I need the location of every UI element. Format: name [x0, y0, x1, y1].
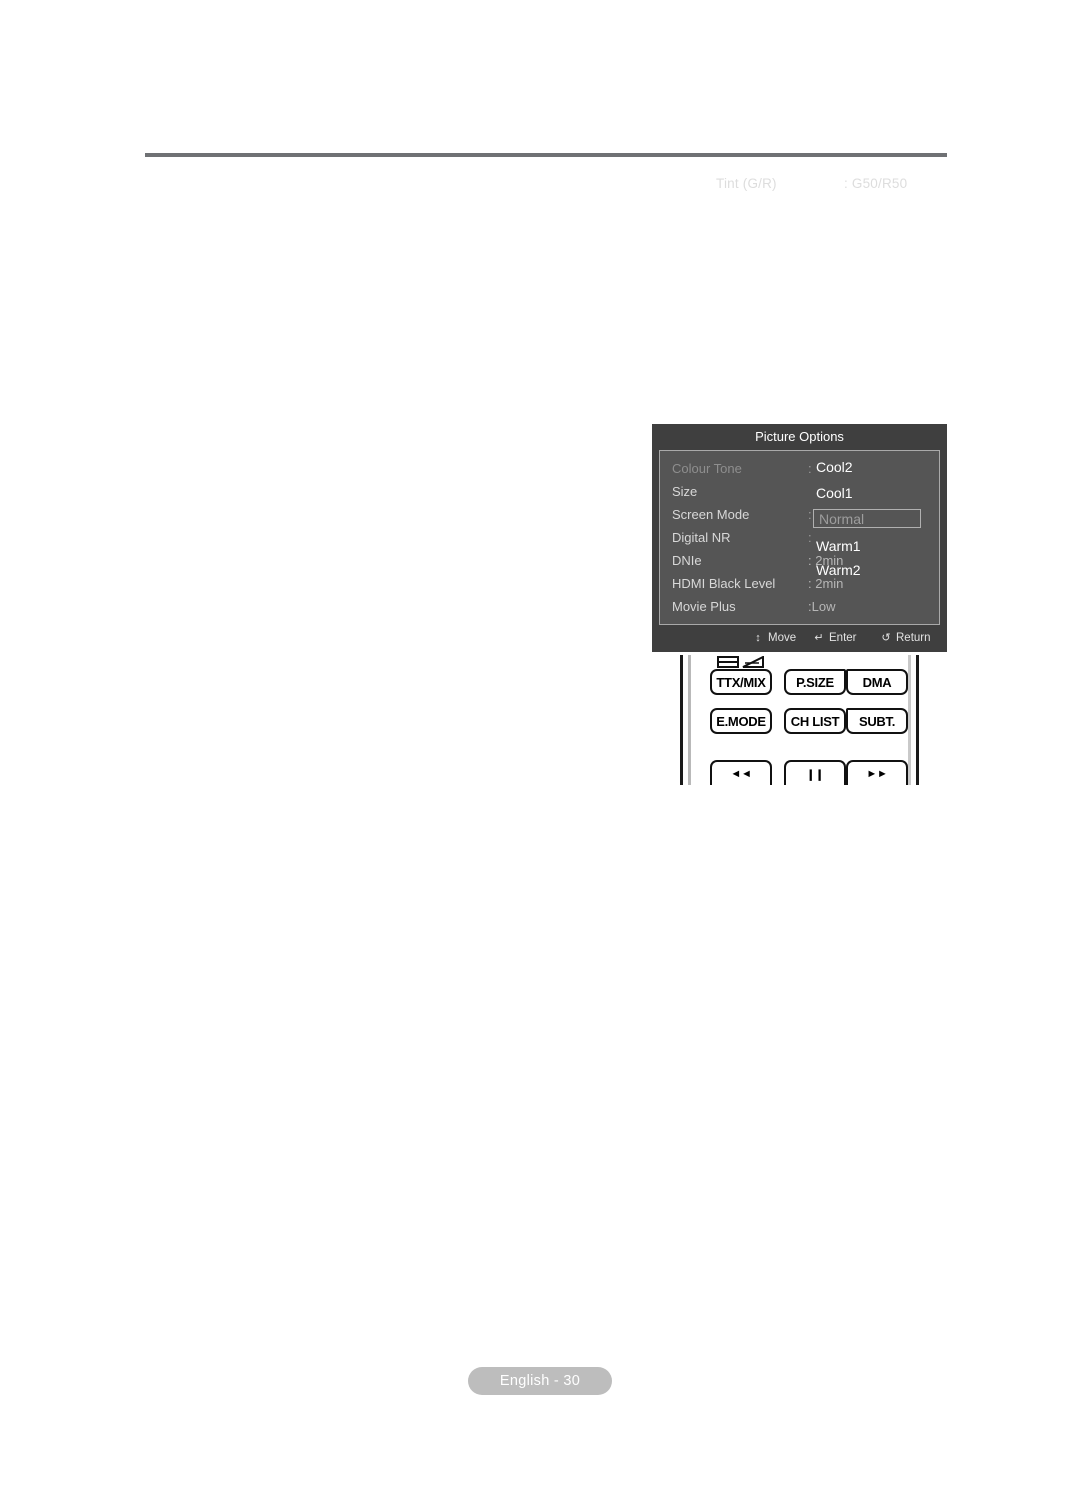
remote-body-edge-left-inner — [688, 655, 691, 785]
remote-body-edge-right-inner — [908, 655, 911, 785]
menu-item-dnie[interactable]: DNIe — [672, 553, 702, 568]
remote-body-edge-right-outer — [916, 655, 919, 785]
hint-move-label: Move — [768, 632, 797, 644]
menu-item-size[interactable]: Size — [672, 484, 697, 499]
remote-button-rewind[interactable]: ◄◄ — [710, 760, 772, 785]
value-hdmi-black-level: : 2min — [808, 576, 844, 591]
remote-button-p-size[interactable]: P.SIZE — [784, 669, 846, 695]
remote-button-subt[interactable]: SUBT. — [846, 708, 908, 734]
menu-item-screen-mode[interactable]: Screen Mode — [672, 507, 749, 522]
dropdown-option-warm2[interactable]: Warm2 — [816, 562, 861, 578]
dropdown-option-cool2[interactable]: Cool2 — [816, 459, 853, 475]
remote-control-illustration: TTX/MIX P.SIZE DMA E.MODE CH LIST SUBT. … — [676, 655, 928, 785]
osd-title: Picture Options — [755, 429, 844, 444]
colon-colour-tone: : — [808, 461, 812, 476]
colon-digital-nr: : — [808, 530, 812, 545]
tint-value: : G50/R50 — [844, 176, 908, 191]
osd-picture-options-panel: Picture Options Colour Tone Size Screen … — [652, 424, 947, 652]
dropdown-option-warm1[interactable]: Warm1 — [816, 538, 861, 554]
page-number-badge: English - 30 — [468, 1367, 612, 1395]
hint-enter[interactable]: ↵ Enter — [813, 632, 857, 644]
hint-move[interactable]: ↕ Move — [752, 632, 796, 644]
up-down-arrow-icon: ↕ — [755, 632, 761, 644]
document-page: Tint (G/R) : G50/R50 Picture Options Col… — [0, 0, 1080, 1488]
return-arrow-icon: ↺ — [881, 632, 891, 644]
enter-key-icon: ↵ — [814, 632, 824, 644]
tint-label: Tint (G/R) — [716, 176, 777, 191]
header-faint-note: Tint (G/R) : G50/R50 — [716, 176, 956, 196]
menu-item-movie-plus[interactable]: Movie Plus — [672, 599, 736, 614]
remote-button-ttx-mix[interactable]: TTX/MIX — [710, 669, 772, 695]
header-divider — [145, 153, 947, 157]
colon-screen-mode: : — [808, 507, 812, 522]
teletext-icon — [717, 656, 764, 668]
remote-button-pause[interactable]: ❙❙ — [784, 760, 846, 785]
dropdown-option-normal[interactable]: Normal — [813, 509, 921, 528]
remote-button-ch-list[interactable]: CH LIST — [784, 708, 846, 734]
remote-button-fast-forward[interactable]: ►► — [846, 760, 908, 785]
menu-item-digital-nr[interactable]: Digital NR — [672, 530, 731, 545]
osd-menu-list: Colour Tone Size Screen Mode Digital NR … — [659, 450, 940, 625]
menu-item-colour-tone[interactable]: Colour Tone — [672, 461, 742, 476]
hint-return-label: Return — [896, 632, 931, 644]
menu-item-hdmi-black-level[interactable]: HDMI Black Level — [672, 576, 775, 591]
hint-enter-label: Enter — [829, 632, 857, 644]
osd-hint-bar: ↕ Move ↵ Enter ↺ Return — [652, 626, 947, 652]
remote-button-dma[interactable]: DMA — [846, 669, 908, 695]
dropdown-option-cool1[interactable]: Cool1 — [816, 485, 853, 501]
value-movie-plus: :Low — [808, 599, 836, 614]
remote-button-e-mode[interactable]: E.MODE — [710, 708, 772, 734]
hint-return[interactable]: ↺ Return — [880, 632, 931, 644]
remote-body-edge-left-outer — [680, 655, 683, 785]
